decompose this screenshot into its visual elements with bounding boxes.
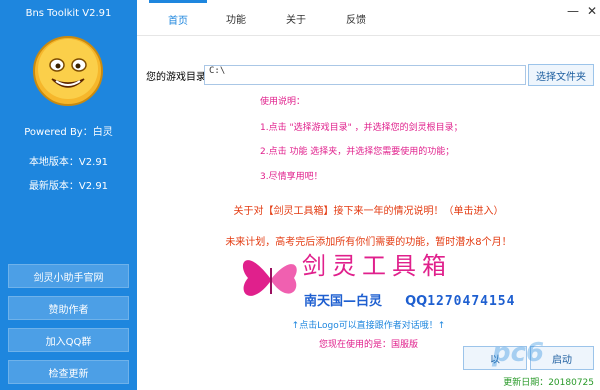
sponsor-author-button[interactable]: 赞助作者: [8, 296, 129, 320]
tab-bar: 首页 功能 关于 反馈 — ✕: [137, 0, 600, 36]
game-dir-input[interactable]: C:\: [204, 65, 526, 85]
instruction-step-1: 1.点击 "选择游戏目录" ，并选择您的剑灵根目录；: [260, 123, 463, 133]
powered-by: Powered By：白灵: [24, 127, 113, 138]
author-qq: 南天国—白灵 QQ1270474154: [304, 290, 515, 309]
instruction-step-2: 2.点击 功能 选择夹，并选择您需要使用的功能；: [260, 147, 455, 157]
instructions-heading: 使用说明：: [260, 97, 306, 107]
tab-home[interactable]: 首页: [149, 0, 207, 36]
check-update-button[interactable]: 检查更新: [8, 360, 129, 384]
app-title: Bns Toolkit V2.91: [25, 8, 112, 19]
official-site-button[interactable]: 剑灵小助手官网: [8, 264, 129, 288]
minimize-icon[interactable]: —: [567, 4, 579, 18]
logo-hint: ↑点击Logo可以直接跟作者对话哦！↑: [291, 321, 446, 331]
qq-id: 1270474154: [427, 294, 516, 309]
notice-link[interactable]: 关于对【剑灵工具箱】接下来一年的情况说明！（单击进入）: [137, 202, 600, 217]
browse-folder-button[interactable]: 选择文件夹: [528, 64, 594, 86]
join-qq-group-button[interactable]: 加入QQ群: [8, 328, 129, 352]
instruction-step-3: 3.尽情享用吧！: [260, 172, 323, 182]
latest-version: 最新版本：V2.91: [28, 181, 109, 192]
author-name: 南天国—白灵: [304, 294, 383, 309]
brand-name: 剑灵工具箱: [302, 252, 452, 280]
butterfly-logo-icon[interactable]: [236, 244, 306, 312]
close-icon[interactable]: ✕: [587, 4, 597, 18]
tab-feedback[interactable]: 反馈: [327, 0, 385, 36]
sidebar: Bns Toolkit V2.91 Powered By：白灵 本地版本：V2.…: [0, 0, 137, 390]
watermark: pc6: [492, 338, 545, 368]
tab-about[interactable]: 关于: [267, 0, 325, 36]
tab-features[interactable]: 功能: [207, 0, 265, 36]
avatar-smiley-icon[interactable]: [32, 35, 104, 107]
update-date: 更新日期：20180725: [503, 378, 594, 388]
local-version: 本地版本：V2.91: [28, 157, 109, 168]
qq-label: QQ: [405, 294, 428, 309]
